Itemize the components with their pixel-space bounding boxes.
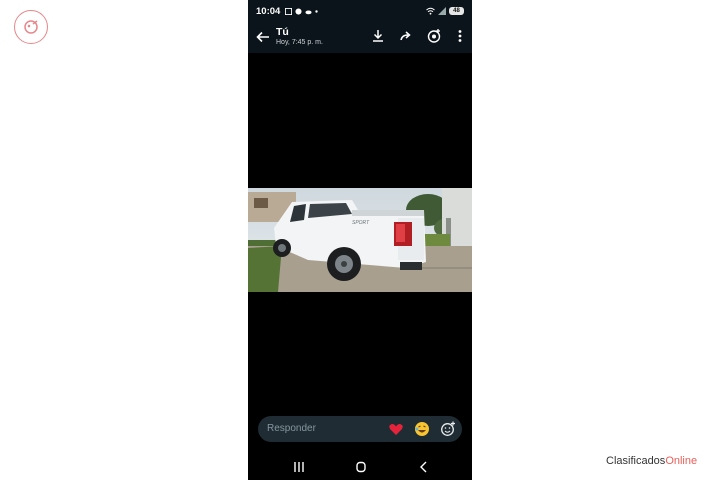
- screenshot-icon: [285, 7, 293, 15]
- reply-input[interactable]: Responder: [258, 416, 462, 442]
- shared-photo[interactable]: SPORT: [248, 188, 472, 292]
- back-arrow-icon[interactable]: [254, 28, 272, 46]
- brand-watermark: ClasificadosOnline: [606, 455, 697, 467]
- site-logo-icon: [14, 10, 48, 44]
- status-add-icon[interactable]: [426, 28, 442, 44]
- system-navigation-bar: [248, 454, 472, 480]
- more-options-icon[interactable]: [452, 28, 468, 44]
- media-viewer-header: Tú Hoy, 7:45 p. m.: [248, 22, 472, 53]
- reply-placeholder: Responder: [267, 423, 316, 434]
- signal-icon: [438, 7, 446, 15]
- status-time: 10:04: [256, 5, 281, 17]
- home-icon[interactable]: [354, 461, 368, 473]
- add-reaction-icon[interactable]: [440, 421, 456, 437]
- truck-badge: SPORT: [352, 220, 370, 226]
- more-notifications-icon: [315, 9, 319, 13]
- forward-icon[interactable]: [398, 28, 414, 44]
- brand-name-accent: Online: [665, 455, 698, 467]
- laughing-reaction-icon[interactable]: [414, 421, 430, 437]
- sender-name: Tú: [276, 26, 289, 38]
- phone-screen: 10:04 48 Tú Hoy, 7:45 p. m. SPORT Respon…: [248, 0, 472, 480]
- message-timestamp: Hoy, 7:45 p. m.: [276, 39, 323, 46]
- battery-indicator: 48: [449, 7, 464, 15]
- back-nav-icon[interactable]: [417, 461, 431, 473]
- heart-reaction-icon[interactable]: [388, 421, 404, 437]
- download-icon[interactable]: [370, 28, 386, 44]
- wifi-icon: [426, 7, 435, 15]
- brand-name: Clasificados: [606, 455, 666, 467]
- status-bar: 10:04 48: [248, 0, 472, 22]
- recent-apps-icon[interactable]: [292, 461, 306, 473]
- cloud-icon: [305, 9, 312, 14]
- messenger-icon: [295, 7, 302, 15]
